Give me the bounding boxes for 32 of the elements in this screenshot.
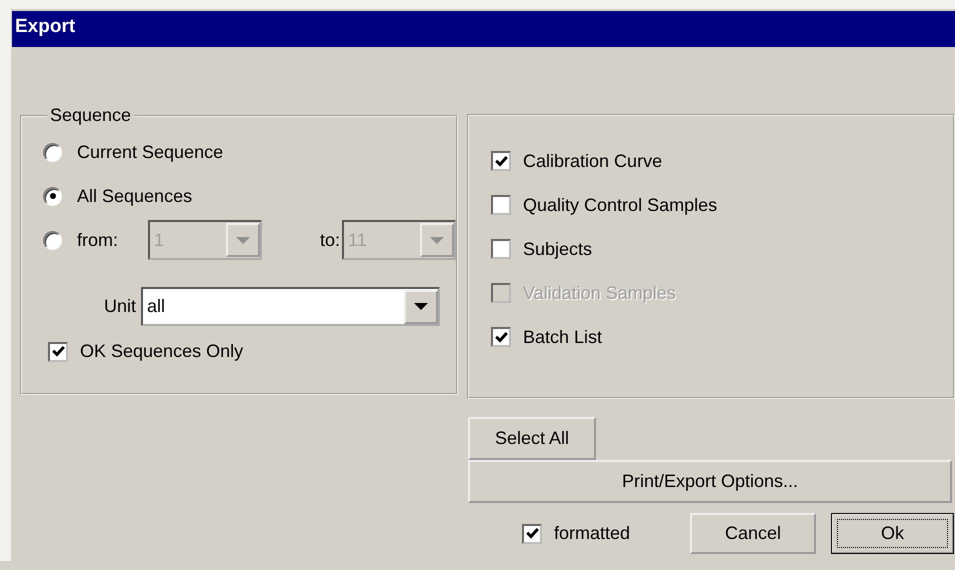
- checkbox[interactable]: [491, 239, 512, 259]
- check-icon: [524, 526, 540, 541]
- ok-button[interactable]: Ok: [831, 513, 954, 554]
- dropdown-arrow-button[interactable]: [404, 290, 438, 324]
- print-export-options-button[interactable]: Print/Export Options...: [468, 460, 952, 503]
- dropdown-field[interactable]: all: [141, 287, 440, 326]
- check-icon: [494, 330, 509, 344]
- checkbox-label[interactable]: formatted: [554, 523, 630, 544]
- checkbox[interactable]: [48, 342, 68, 362]
- checkbox-label[interactable]: Subjects: [523, 238, 592, 260]
- unit-label: Unit: [104, 296, 136, 317]
- checkbox-label[interactable]: OK Sequences Only: [80, 341, 244, 362]
- radio-button[interactable]: [43, 142, 62, 162]
- select-all-button[interactable]: Select All: [468, 417, 596, 460]
- radio-button[interactable]: [43, 186, 62, 206]
- checkbox-label[interactable]: Batch List: [523, 326, 602, 348]
- radio-label[interactable]: All Sequences: [77, 186, 192, 206]
- group-title: Sequence: [49, 105, 132, 126]
- cancel-button[interactable]: Cancel: [690, 513, 816, 554]
- window-title: Export: [12, 11, 955, 47]
- checkbox[interactable]: [491, 195, 512, 215]
- checkbox[interactable]: [491, 151, 512, 171]
- check-icon: [50, 344, 66, 359]
- check-icon: [494, 154, 509, 168]
- radio-button[interactable]: [43, 230, 62, 250]
- checkbox-label[interactable]: Quality Control Samples: [523, 194, 718, 216]
- radio-label[interactable]: from:: [77, 230, 148, 250]
- radio-label[interactable]: Current Sequence: [77, 142, 224, 162]
- checkbox[interactable]: [522, 524, 542, 544]
- checkbox[interactable]: [491, 327, 512, 347]
- to-label: to:: [320, 230, 340, 250]
- checkbox-label[interactable]: Calibration Curve: [523, 150, 662, 172]
